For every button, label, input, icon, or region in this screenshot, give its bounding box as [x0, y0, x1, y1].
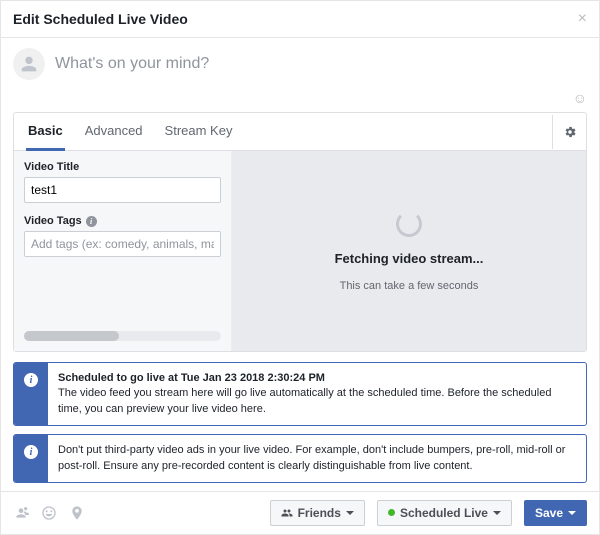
save-button[interactable]: Save	[524, 500, 587, 526]
preview-title: Fetching video stream...	[335, 251, 484, 266]
video-tags-label-text: Video Tags	[24, 215, 82, 227]
tabs-row: Basic Advanced Stream Key	[14, 113, 586, 151]
caret-down-icon	[493, 511, 501, 515]
notice-info-icon: i	[14, 435, 48, 482]
caret-down-icon	[346, 511, 354, 515]
video-tags-block: Video Tags i	[24, 215, 221, 257]
notice-scheduled-body: Scheduled to go live at Tue Jan 23 2018 …	[48, 363, 586, 425]
tab-basic[interactable]: Basic	[26, 113, 65, 151]
live-dot-icon	[388, 509, 395, 516]
dialog: Edit Scheduled Live Video × What's on yo…	[0, 0, 600, 535]
left-column: Video Title Video Tags i	[14, 151, 232, 351]
horizontal-scrollbar[interactable]	[24, 331, 221, 341]
notice-scheduled-title: Scheduled to go live at Tue Jan 23 2018 …	[58, 372, 325, 384]
notice-ads-text: Don't put third-party video ads in your …	[58, 444, 565, 471]
tag-people-icon[interactable]	[13, 505, 29, 521]
save-label: Save	[535, 506, 563, 520]
feeling-icon[interactable]	[41, 505, 57, 521]
location-icon[interactable]	[69, 505, 85, 521]
emoji-picker-icon[interactable]: ☺	[1, 90, 587, 106]
preview-column: Fetching video stream... This can take a…	[232, 151, 586, 351]
friends-icon	[281, 507, 293, 519]
audience-button[interactable]: Friends	[270, 500, 365, 526]
composer-row: What's on your mind?	[1, 38, 599, 90]
dialog-title: Edit Scheduled Live Video	[13, 11, 188, 27]
video-tags-input[interactable]	[24, 231, 221, 257]
notice-ads: i Don't put third-party video ads in you…	[13, 434, 587, 483]
video-title-label: Video Title	[24, 161, 221, 173]
video-tags-label: Video Tags i	[24, 215, 221, 227]
footer: Friends Scheduled Live Save	[1, 491, 599, 534]
preview-subtitle: This can take a few seconds	[340, 280, 479, 292]
tab-advanced[interactable]: Advanced	[83, 113, 145, 150]
spinner-icon	[396, 211, 422, 237]
tabs: Basic Advanced Stream Key	[14, 113, 552, 150]
video-title-block: Video Title	[24, 161, 221, 203]
notice-scheduled: i Scheduled to go live at Tue Jan 23 201…	[13, 362, 587, 426]
dialog-header: Edit Scheduled Live Video ×	[1, 1, 599, 38]
user-silhouette-icon	[18, 53, 40, 75]
notice-ads-body: Don't put third-party video ads in your …	[48, 435, 586, 482]
composer-placeholder[interactable]: What's on your mind?	[55, 55, 587, 73]
caret-down-icon	[568, 511, 576, 515]
scheduled-live-button[interactable]: Scheduled Live	[377, 500, 512, 526]
audience-label: Friends	[298, 506, 341, 520]
notice-scheduled-text: The video feed you stream here will go l…	[58, 387, 551, 414]
info-icon[interactable]: i	[86, 216, 97, 227]
gear-icon[interactable]	[552, 115, 586, 149]
settings-card: Basic Advanced Stream Key Video Title Vi…	[13, 112, 587, 352]
scrollbar-thumb[interactable]	[24, 331, 119, 341]
left-spacer	[24, 269, 221, 331]
scheduled-live-label: Scheduled Live	[400, 506, 488, 520]
close-icon[interactable]: ×	[578, 11, 587, 27]
content-row: Video Title Video Tags i Fetching vi	[14, 151, 586, 351]
video-title-input[interactable]	[24, 177, 221, 203]
tab-stream-key[interactable]: Stream Key	[163, 113, 235, 150]
avatar	[13, 48, 45, 80]
notice-info-icon: i	[14, 363, 48, 425]
